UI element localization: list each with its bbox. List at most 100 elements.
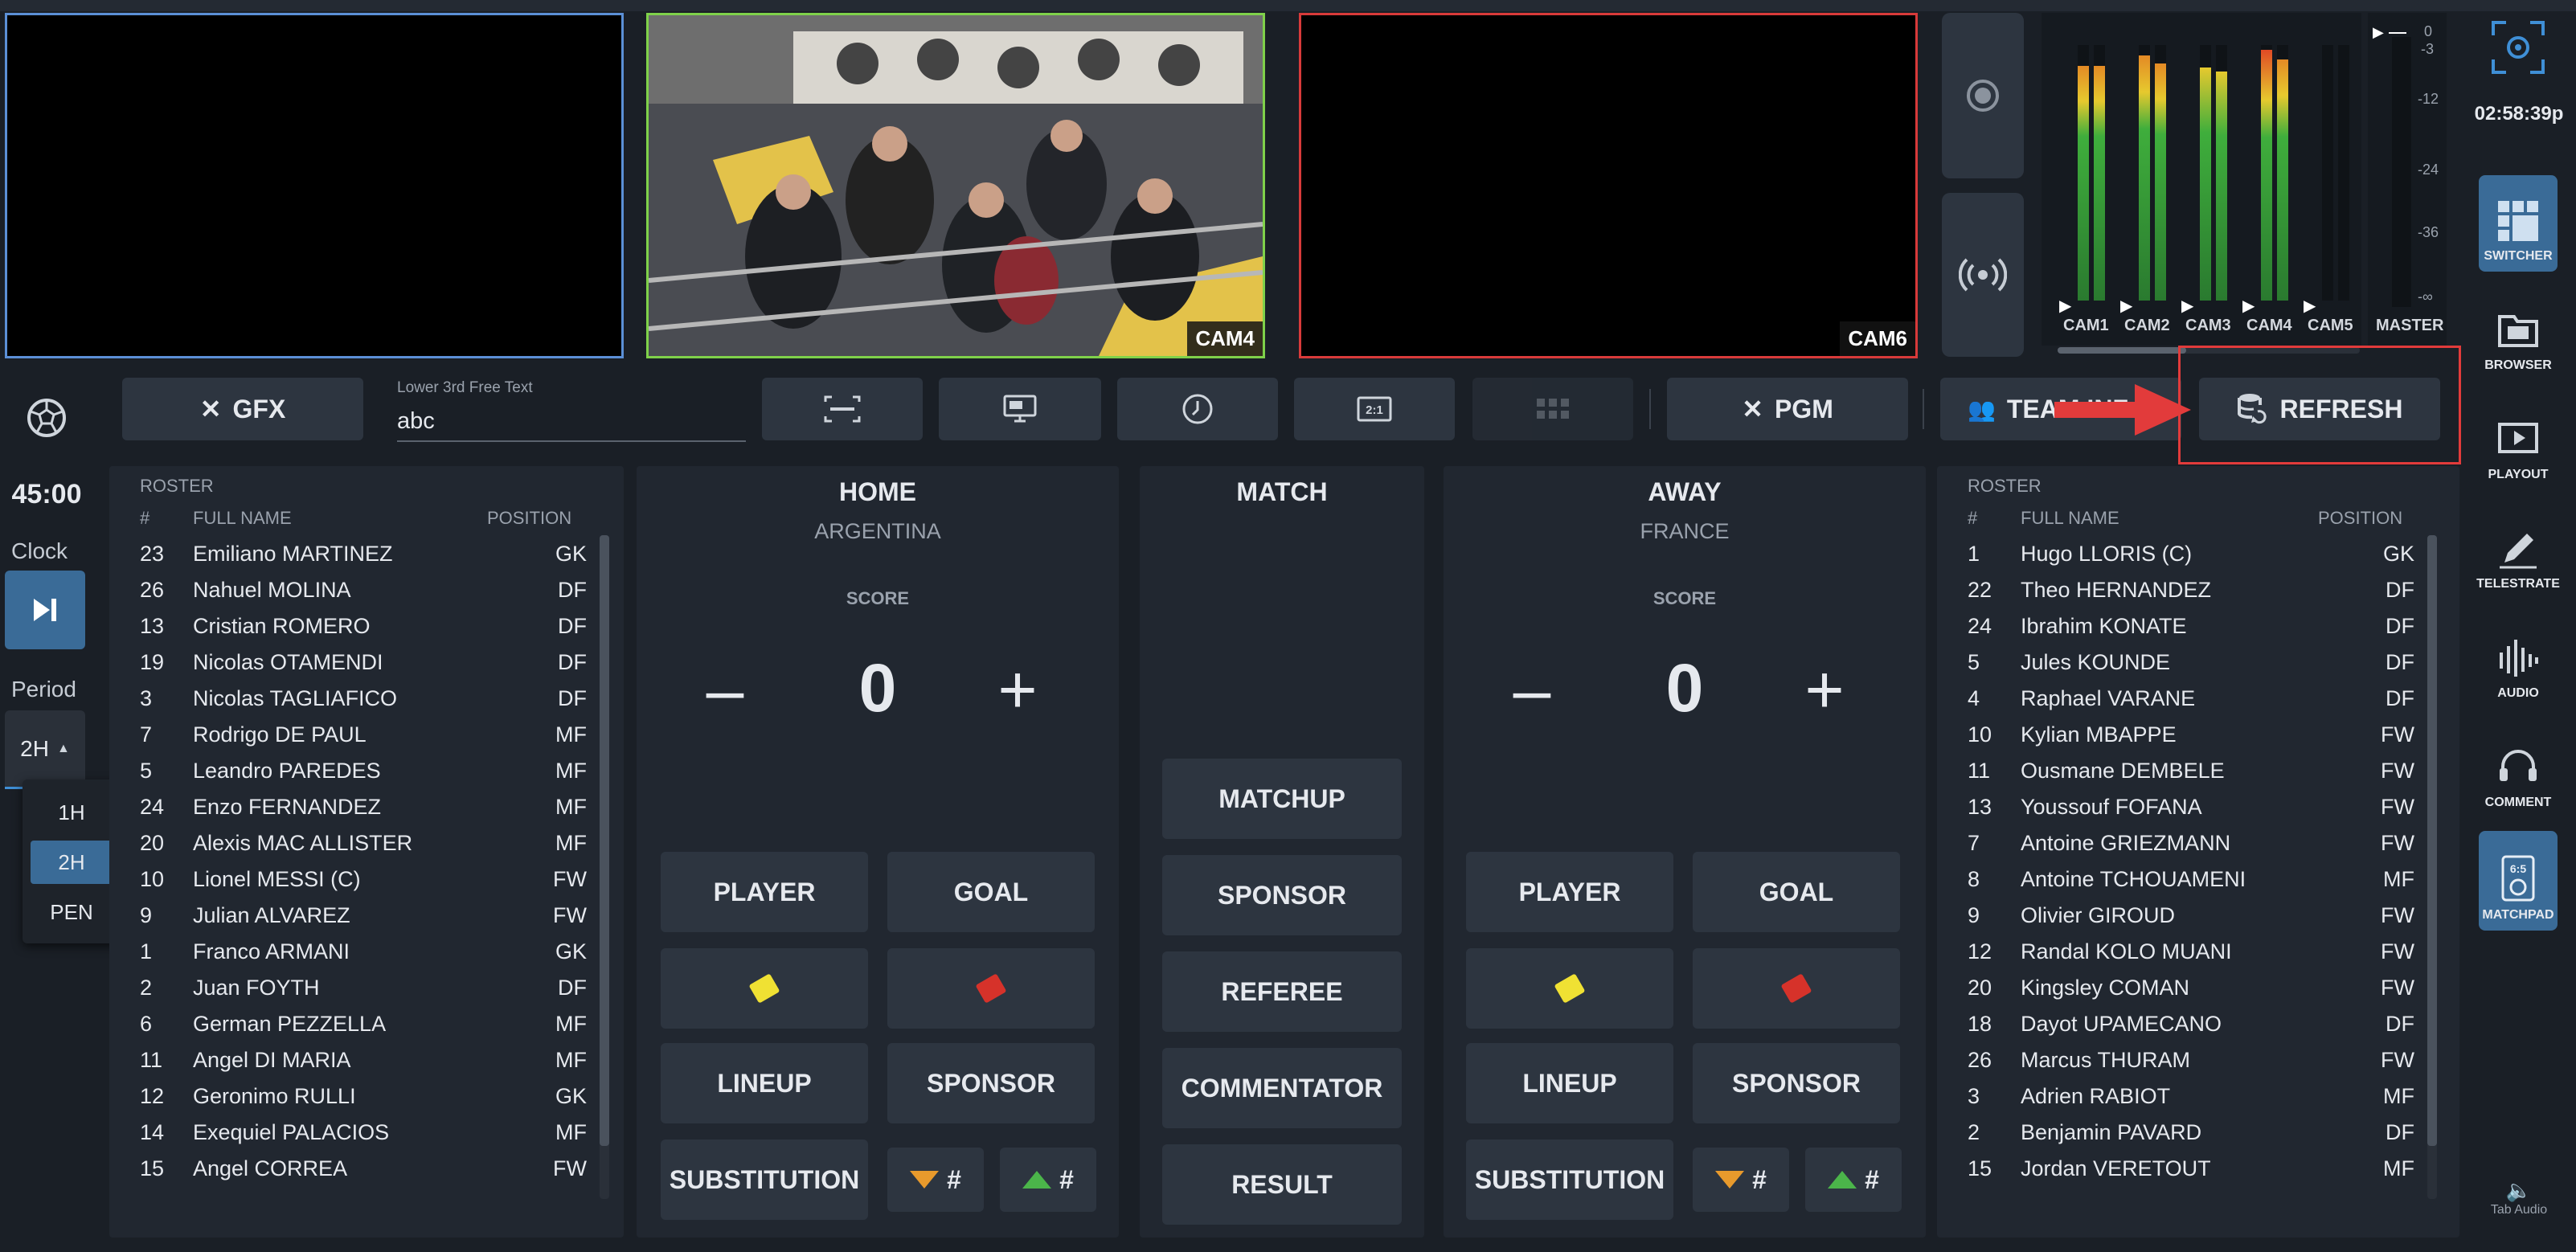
home-yellow-card-button[interactable] bbox=[661, 948, 868, 1029]
stream-button[interactable] bbox=[1942, 193, 2024, 357]
gfx-off-button[interactable]: ✕ GFX bbox=[122, 378, 363, 440]
comment-button[interactable]: COMMENT bbox=[2479, 722, 2558, 818]
meter-cam2[interactable] bbox=[2139, 45, 2150, 301]
away-substitution-button[interactable]: SUBSTITUTION bbox=[1466, 1139, 1673, 1220]
roster-row[interactable]: 20 Alexis MAC ALLISTER MF bbox=[140, 824, 587, 861]
roster-row[interactable]: 3 Adrien RABIOT MF bbox=[1968, 1078, 2414, 1114]
roster-row[interactable]: 7 Antoine GRIEZMANN FW bbox=[1968, 824, 2414, 861]
clock-gfx-button[interactable] bbox=[1117, 378, 1278, 440]
screenshot-button[interactable] bbox=[2490, 19, 2546, 76]
matchpad-button[interactable]: 6:5 MATCHPAD bbox=[2479, 831, 2558, 931]
refresh-button[interactable]: REFRESH bbox=[2199, 378, 2440, 440]
roster-row[interactable]: 14 Exequiel PALACIOS MF bbox=[140, 1114, 587, 1150]
roster-row[interactable]: 2 Benjamin PAVARD DF bbox=[1968, 1114, 2414, 1150]
record-button[interactable] bbox=[1942, 13, 2024, 178]
roster-row[interactable]: 12 Geronimo RULLI GK bbox=[140, 1078, 587, 1114]
scoreboard-button[interactable]: 2:1 bbox=[1294, 378, 1455, 440]
away-score-plus[interactable]: + bbox=[1784, 656, 1865, 723]
audio-button[interactable]: AUDIO bbox=[2479, 612, 2558, 709]
roster-row[interactable]: 13 Youssouf FOFANA FW bbox=[1968, 788, 2414, 824]
grid-button[interactable] bbox=[1472, 378, 1633, 440]
roster-row[interactable]: 12 Randal KOLO MUANI FW bbox=[1968, 933, 2414, 969]
roster-row[interactable]: 9 Olivier GIROUD FW bbox=[1968, 897, 2414, 933]
away-roster-scrollbar[interactable] bbox=[2427, 535, 2437, 1199]
telestrate-button[interactable]: TELESTRATE bbox=[2476, 503, 2560, 599]
roster-row[interactable]: 20 Kingsley COMAN FW bbox=[1968, 969, 2414, 1005]
home-score-minus[interactable]: – bbox=[685, 656, 765, 723]
roster-row[interactable]: 22 Theo HERNANDEZ DF bbox=[1968, 571, 2414, 608]
meter-cam1[interactable] bbox=[2078, 45, 2089, 301]
home-score-plus[interactable]: + bbox=[977, 656, 1058, 723]
roster-row[interactable]: 3 Nicolas TAGLIAFICO DF bbox=[140, 680, 587, 716]
roster-row[interactable]: 5 Jules KOUNDE DF bbox=[1968, 644, 2414, 680]
match-sponsor-button[interactable]: SPONSOR bbox=[1162, 855, 1402, 935]
meter-cam5[interactable] bbox=[2322, 45, 2333, 301]
roster-row[interactable]: 1 Hugo LLORIS (C) GK bbox=[1968, 535, 2414, 571]
home-sub-in-button[interactable]: # bbox=[1000, 1148, 1096, 1212]
roster-row[interactable]: 24 Ibrahim KONATE DF bbox=[1968, 608, 2414, 644]
roster-row[interactable]: 11 Angel DI MARIA MF bbox=[140, 1041, 587, 1078]
roster-row[interactable]: 24 Enzo FERNANDEZ MF bbox=[140, 788, 587, 824]
screen-button[interactable] bbox=[939, 378, 1101, 440]
period-option-pen[interactable]: PEN bbox=[31, 890, 113, 934]
roster-row[interactable]: 26 Nahuel MOLINA DF bbox=[140, 571, 587, 608]
browser-button[interactable]: BROWSER bbox=[2479, 284, 2558, 381]
away-score-minus[interactable]: – bbox=[1492, 656, 1572, 723]
program-monitor-cam6[interactable]: CAM6 bbox=[1299, 13, 1918, 358]
preview-monitor-cam4[interactable]: CAM4 bbox=[646, 13, 1265, 358]
roster-row[interactable]: 10 Lionel MESSI (C) FW bbox=[140, 861, 587, 897]
commentator-button[interactable]: COMMENTATOR bbox=[1162, 1048, 1402, 1128]
home-player-button[interactable]: PLAYER bbox=[661, 852, 868, 932]
away-lineup-button[interactable]: LINEUP bbox=[1466, 1043, 1673, 1123]
clock-toggle-button[interactable] bbox=[5, 571, 85, 649]
meter-cam4[interactable] bbox=[2261, 45, 2272, 301]
switcher-button[interactable]: SWITCHER bbox=[2479, 175, 2558, 272]
roster-row[interactable]: 6 German PEZZELLA MF bbox=[140, 1005, 587, 1041]
lower3rd-field[interactable]: Lower 3rd Free Text abc bbox=[397, 378, 746, 442]
home-substitution-button[interactable]: SUBSTITUTION bbox=[661, 1139, 868, 1220]
home-lineup-button[interactable]: LINEUP bbox=[661, 1043, 868, 1123]
matchup-button[interactable]: MATCHUP bbox=[1162, 759, 1402, 839]
home-sponsor-button[interactable]: SPONSOR bbox=[887, 1043, 1095, 1123]
roster-row[interactable]: 15 Angel CORREA FW bbox=[140, 1150, 587, 1186]
period-select[interactable]: 2H ▲ bbox=[5, 710, 85, 789]
referee-button[interactable]: REFEREE bbox=[1162, 951, 1402, 1032]
roster-row[interactable]: 19 Nicolas OTAMENDI DF bbox=[140, 644, 587, 680]
roster-row[interactable]: 9 Julian ALVAREZ FW bbox=[140, 897, 587, 933]
roster-row[interactable]: 2 Juan FOYTH DF bbox=[140, 969, 587, 1005]
tab-audio-toggle[interactable]: 🔈 Tab Audio bbox=[2480, 1178, 2558, 1217]
roster-row[interactable]: 13 Cristian ROMERO DF bbox=[140, 608, 587, 644]
lower3rd-input[interactable]: abc bbox=[397, 408, 746, 435]
roster-row[interactable]: 10 Kylian MBAPPE FW bbox=[1968, 716, 2414, 752]
home-sub-out-button[interactable]: # bbox=[887, 1148, 984, 1212]
home-goal-button[interactable]: GOAL bbox=[887, 852, 1095, 932]
roster-row[interactable]: 15 Jordan VERETOUT MF bbox=[1968, 1150, 2414, 1186]
away-yellow-card-button[interactable] bbox=[1466, 948, 1673, 1029]
meter-cam3[interactable] bbox=[2200, 45, 2211, 301]
home-red-card-button[interactable] bbox=[887, 948, 1095, 1029]
roster-row[interactable]: 18 Dayot UPAMECANO DF bbox=[1968, 1005, 2414, 1041]
away-sub-in-button[interactable]: # bbox=[1805, 1148, 1902, 1212]
lower-third-button[interactable] bbox=[762, 378, 923, 440]
result-button[interactable]: RESULT bbox=[1162, 1144, 1402, 1225]
roster-row[interactable]: 23 Emiliano MARTINEZ GK bbox=[140, 535, 587, 571]
roster-row[interactable]: 5 Leandro PAREDES MF bbox=[140, 752, 587, 788]
away-sponsor-button[interactable]: SPONSOR bbox=[1693, 1043, 1900, 1123]
away-red-card-button[interactable] bbox=[1693, 948, 1900, 1029]
roster-row[interactable]: 26 Marcus THURAM FW bbox=[1968, 1041, 2414, 1078]
period-option-1h[interactable]: 1H bbox=[31, 791, 113, 834]
roster-row[interactable]: 8 Antoine TCHOUAMENI MF bbox=[1968, 861, 2414, 897]
away-player-button[interactable]: PLAYER bbox=[1466, 852, 1673, 932]
master-meter[interactable]: ▶ 0 -3 -12 -24 -36 -∞ MASTER bbox=[2368, 13, 2447, 346]
home-roster-scrollbar[interactable] bbox=[600, 535, 609, 1199]
roster-row[interactable]: 11 Ousmane DEMBELE FW bbox=[1968, 752, 2414, 788]
roster-row[interactable]: 1 Franco ARMANI GK bbox=[140, 933, 587, 969]
roster-row[interactable]: 7 Rodrigo DE PAUL MF bbox=[140, 716, 587, 752]
roster-row[interactable]: 4 Raphael VARANE DF bbox=[1968, 680, 2414, 716]
away-sub-out-button[interactable]: # bbox=[1693, 1148, 1789, 1212]
period-option-2h[interactable]: 2H bbox=[31, 841, 113, 884]
pgm-off-button[interactable]: ✕ PGM bbox=[1667, 378, 1908, 440]
preview-monitor-1[interactable] bbox=[5, 13, 624, 358]
away-goal-button[interactable]: GOAL bbox=[1693, 852, 1900, 932]
playout-button[interactable]: PLAYOUT bbox=[2479, 394, 2558, 490]
